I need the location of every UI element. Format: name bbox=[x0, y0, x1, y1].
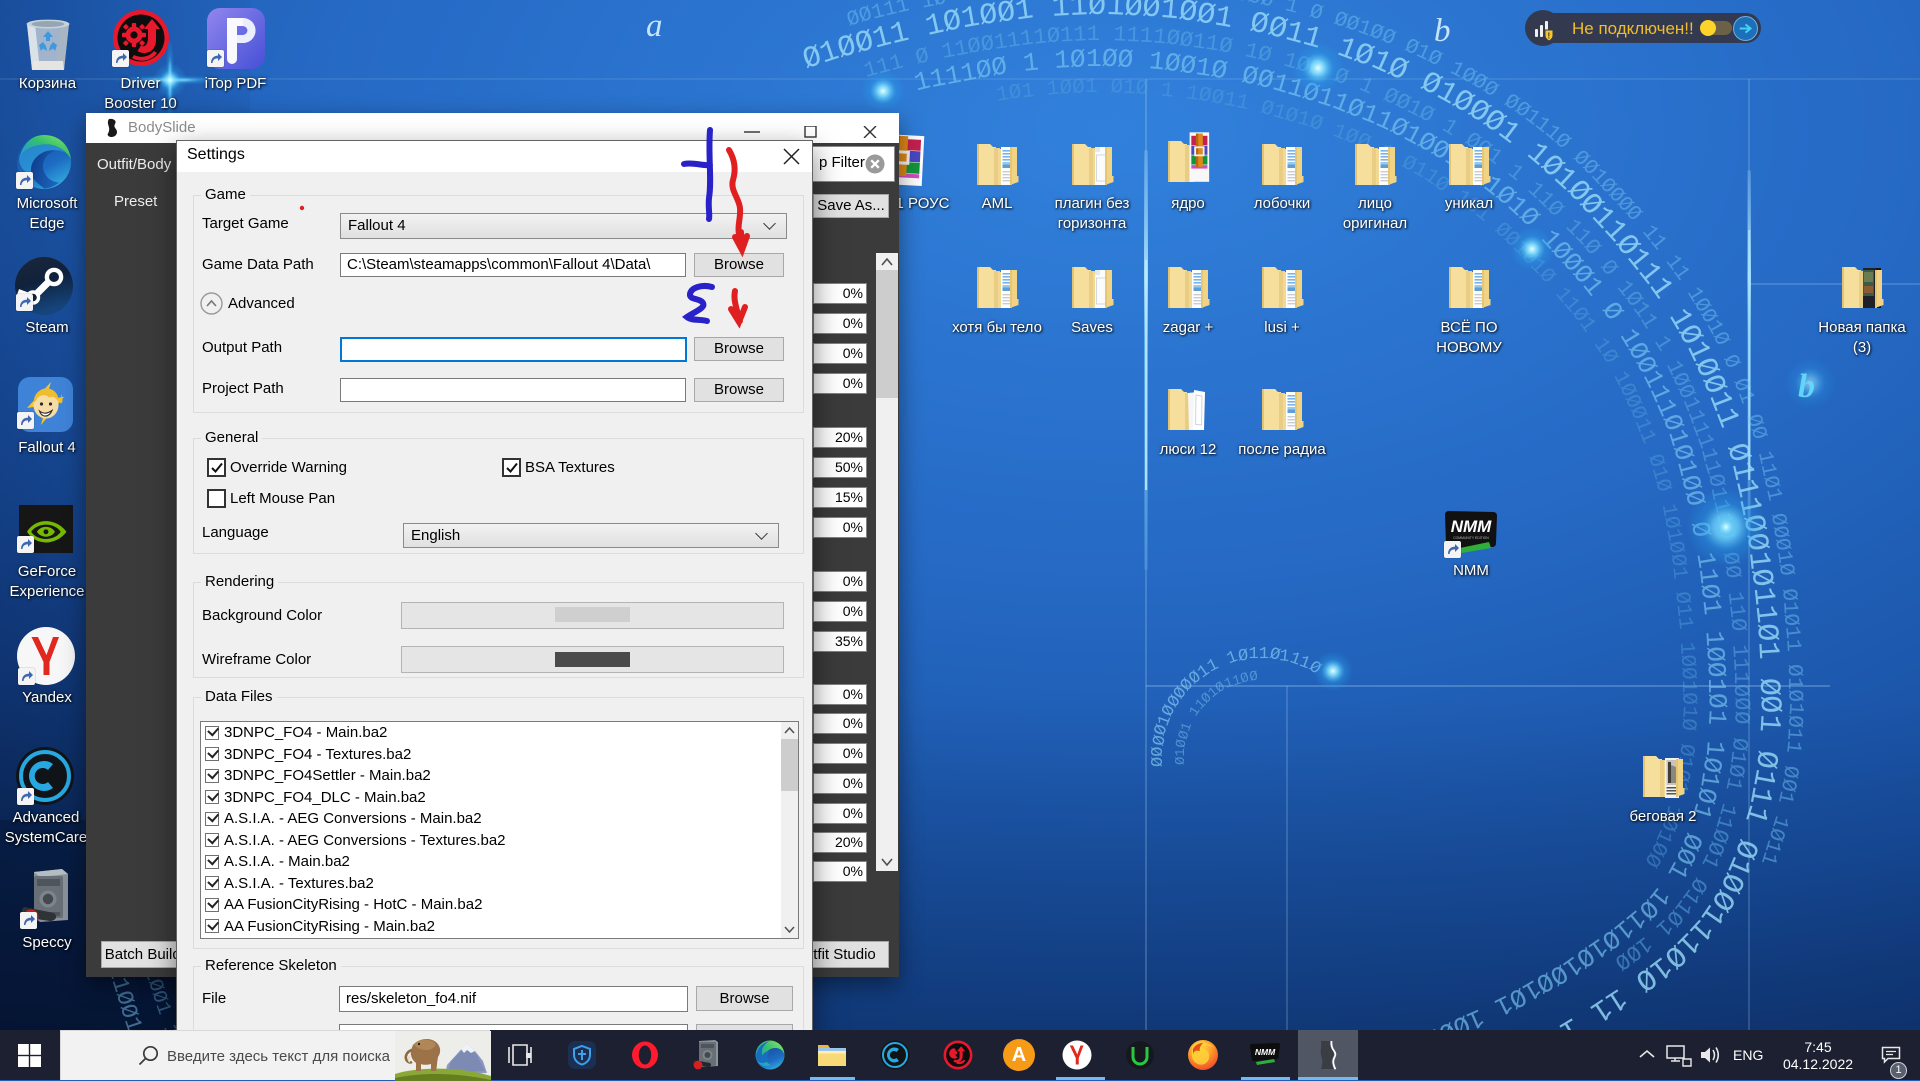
svg-text:NMM: NMM bbox=[1255, 1047, 1276, 1057]
